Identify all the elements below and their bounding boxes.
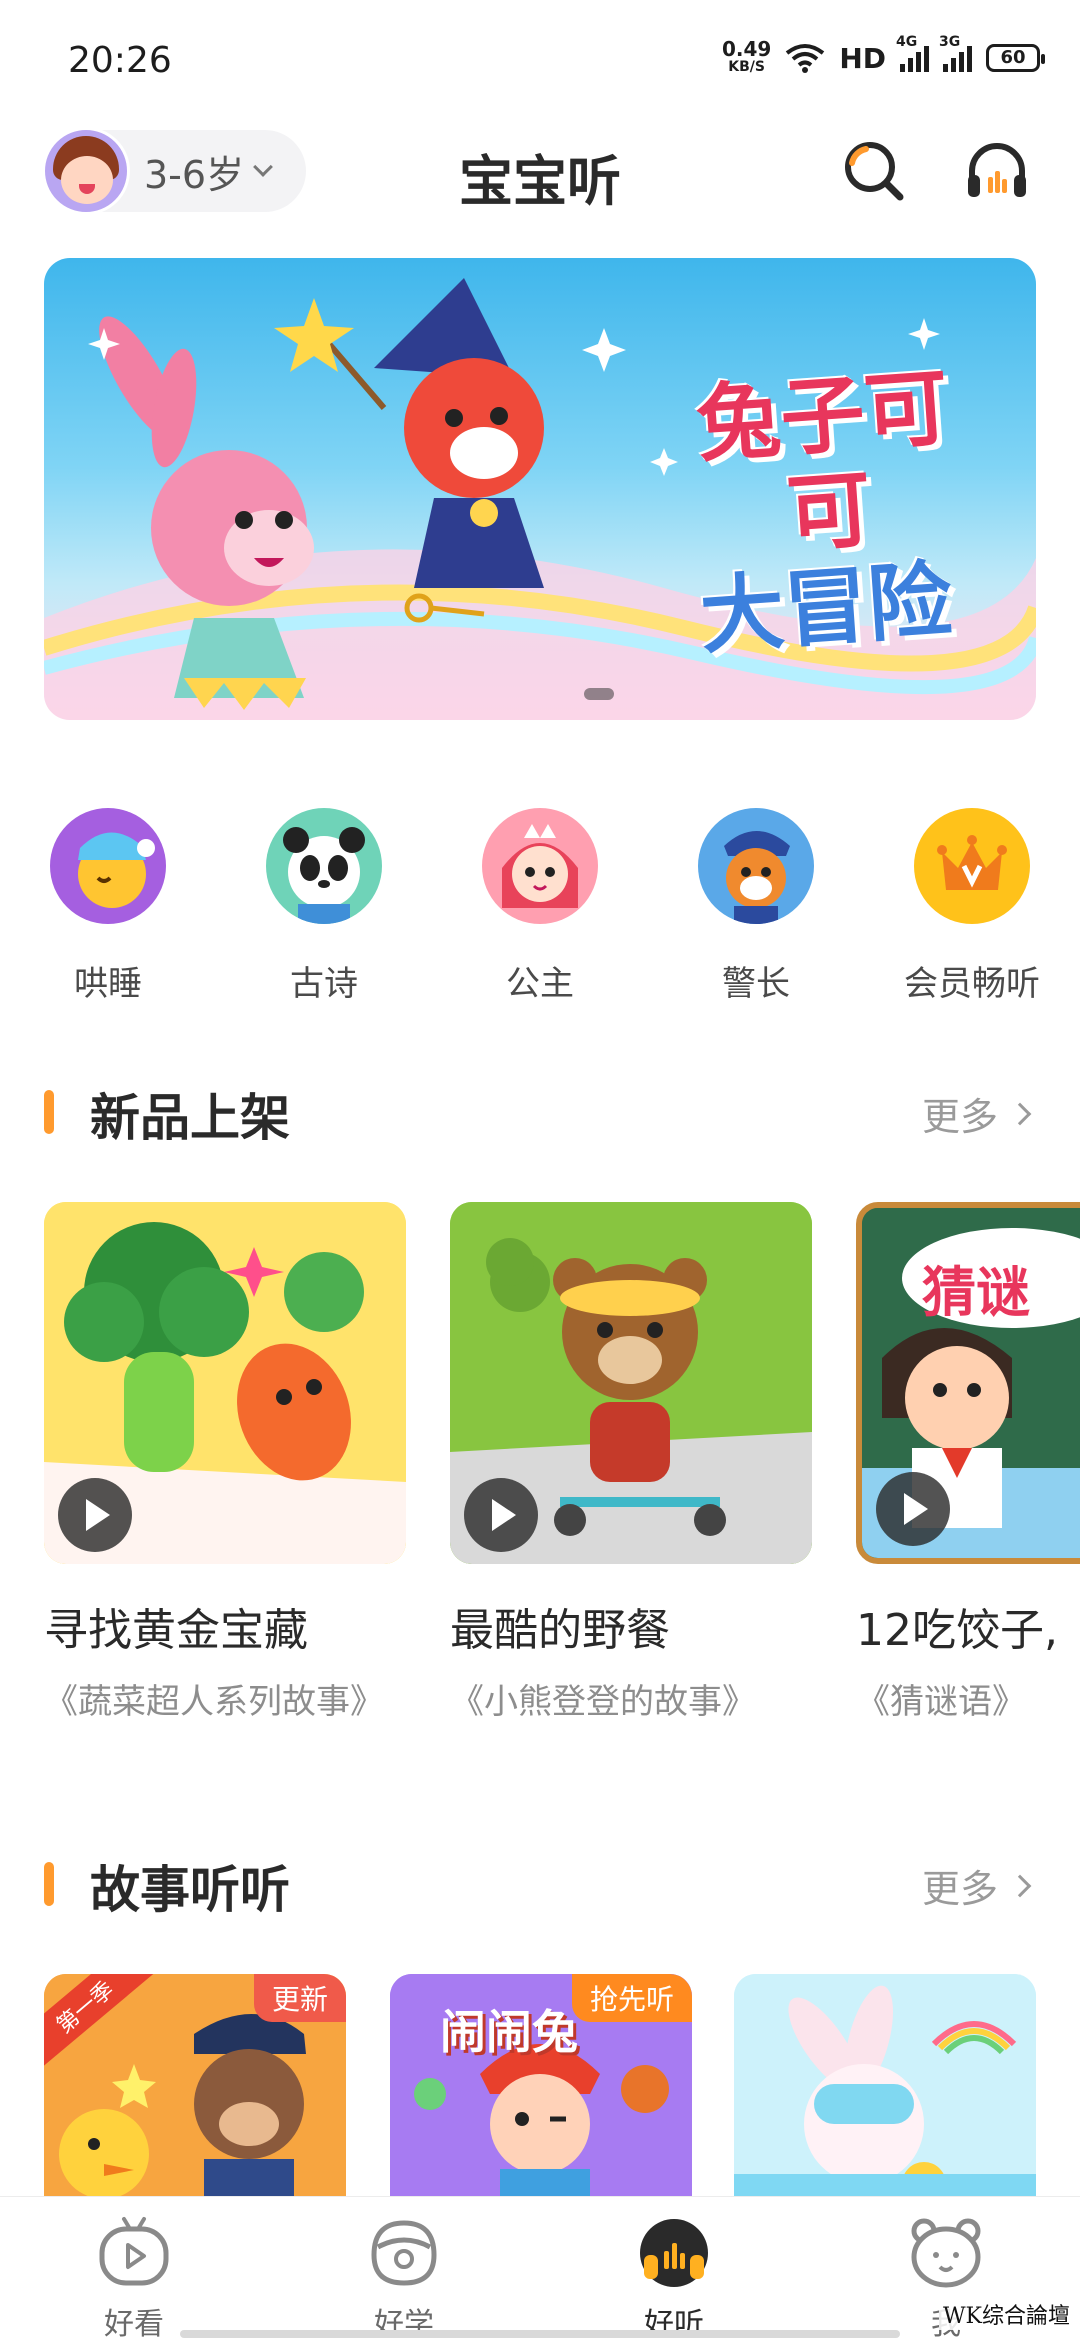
bear-face-icon (911, 2218, 981, 2288)
net-speed-unit: KB/S (728, 59, 765, 75)
new-arrival-card[interactable]: 猜谜 12吃饺子, 《猜谜语》 (856, 1202, 1080, 1723)
cover-text: 闹闹兔 (440, 2005, 578, 2059)
signal-3g-label: 3G (939, 34, 961, 50)
story-card[interactable] (734, 1974, 1036, 2204)
more-label: 更多 (921, 1867, 998, 1911)
signal-4g-label: 4G (896, 34, 918, 50)
home-indicator[interactable] (180, 2330, 900, 2338)
category-poems[interactable]: 古诗 (224, 808, 424, 1005)
status-time: 20:26 (68, 40, 172, 81)
card-cover (450, 1202, 812, 1564)
battery-icon: 60 (986, 44, 1045, 72)
banner-title: 兔子可可 大冒险 (676, 358, 976, 665)
page-title: 宝宝听 (459, 150, 621, 213)
card-title: 12吃饺子, (856, 1605, 1058, 1656)
hd-indicator: HD (839, 41, 886, 75)
banner-pagination-dot (584, 688, 614, 700)
promo-banner[interactable]: 兔子可可 大冒险 (44, 258, 1036, 720)
headphone-music-icon (640, 2219, 708, 2287)
headphones-icon[interactable] (964, 137, 1030, 203)
bottom-nav: 好看 好学 好听 我 (0, 2196, 1080, 2340)
app-header: 3-6岁 宝宝听 (0, 125, 1080, 215)
learn-face-icon (371, 2220, 437, 2286)
category-sheriff[interactable]: 警长 (656, 808, 856, 1005)
banner-title-line1: 兔子可可 (693, 358, 952, 564)
nav-item-watch[interactable]: 好看 (34, 2211, 234, 2340)
status-indicators: 0.49 KB/S HD 4G 3G 60 (722, 34, 1045, 76)
new-arrival-card[interactable]: 寻找黄金宝藏 《蔬菜超人系列故事》 (44, 1202, 406, 1723)
category-lullaby[interactable]: 哄睡 (8, 808, 208, 1005)
nav-item-listen[interactable]: 好听 (574, 2211, 774, 2340)
net-speed: 0.49 KB/S (722, 39, 771, 76)
category-label: 公主 (506, 964, 574, 1004)
signal-3g-icon: 3G (939, 34, 972, 72)
nav-item-learn[interactable]: 好学 (304, 2211, 504, 2340)
category-label: 警长 (722, 964, 790, 1004)
status-bar: 20:26 0.49 KB/S HD 4G 3G 60 (0, 0, 1080, 120)
chevron-right-icon (1008, 1874, 1032, 1897)
panda-icon (266, 808, 382, 924)
new-arrivals-header: 新品上架 更多 (44, 1074, 1036, 1147)
card-subtitle: 《猜谜语》 (856, 1682, 1026, 1722)
story-card[interactable]: 闹闹兔 抢先听 (390, 1974, 692, 2204)
watermark: WK综合論壇 (938, 2298, 1074, 2330)
update-badge: 更新 (253, 1974, 346, 2022)
category-label: 古诗 (290, 964, 358, 1004)
new-arrivals-more-link[interactable]: 更多 (921, 1086, 1032, 1141)
banner-title-line2: 大冒险 (696, 550, 956, 666)
new-arrival-card[interactable]: 最酷的野餐 《小熊登登的故事》 (450, 1202, 812, 1723)
section-accent (44, 1862, 54, 1906)
card-cover: 猜谜 (856, 1202, 1080, 1564)
category-princess[interactable]: 公主 (440, 808, 640, 1005)
play-button[interactable] (464, 1478, 538, 1552)
early-access-badge: 抢先听 (571, 1974, 692, 2022)
chevron-right-icon (1008, 1102, 1032, 1125)
tv-play-icon (99, 2217, 169, 2286)
signal-4g-icon: 4G (896, 34, 929, 72)
card-title: 寻找黄金宝藏 (44, 1605, 308, 1656)
police-chief-icon (698, 808, 814, 924)
category-row: 哄睡 古诗 公主 警长 会员畅听 (0, 808, 1080, 1004)
card-title: 最酷的野餐 (450, 1605, 670, 1656)
more-label: 更多 (921, 1095, 998, 1139)
play-button[interactable] (876, 1472, 950, 1546)
play-button[interactable] (58, 1478, 132, 1552)
card-cover (44, 1202, 406, 1564)
stories-more-link[interactable]: 更多 (921, 1858, 1032, 1913)
sleep-moon-icon (50, 808, 166, 924)
search-icon[interactable] (840, 137, 906, 203)
stories-header: 故事听听 更多 (44, 1846, 1036, 1919)
card-subtitle: 《蔬菜超人系列故事》 (44, 1682, 384, 1722)
category-vip[interactable]: 会员畅听 (872, 808, 1072, 1005)
section-title: 新品上架 (90, 1089, 290, 1147)
crown-icon (914, 808, 1030, 924)
cover-text: 猜谜 (922, 1261, 1030, 1324)
wifi-icon (786, 44, 825, 73)
card-subtitle: 《小熊登登的故事》 (450, 1682, 756, 1722)
section-accent (44, 1090, 54, 1134)
section-title: 故事听听 (90, 1861, 290, 1919)
category-label: 会员畅听 (904, 964, 1040, 1004)
story-card[interactable]: 第一季 更新 (44, 1974, 346, 2204)
category-label: 哄睡 (74, 964, 142, 1004)
princess-icon (482, 808, 598, 924)
